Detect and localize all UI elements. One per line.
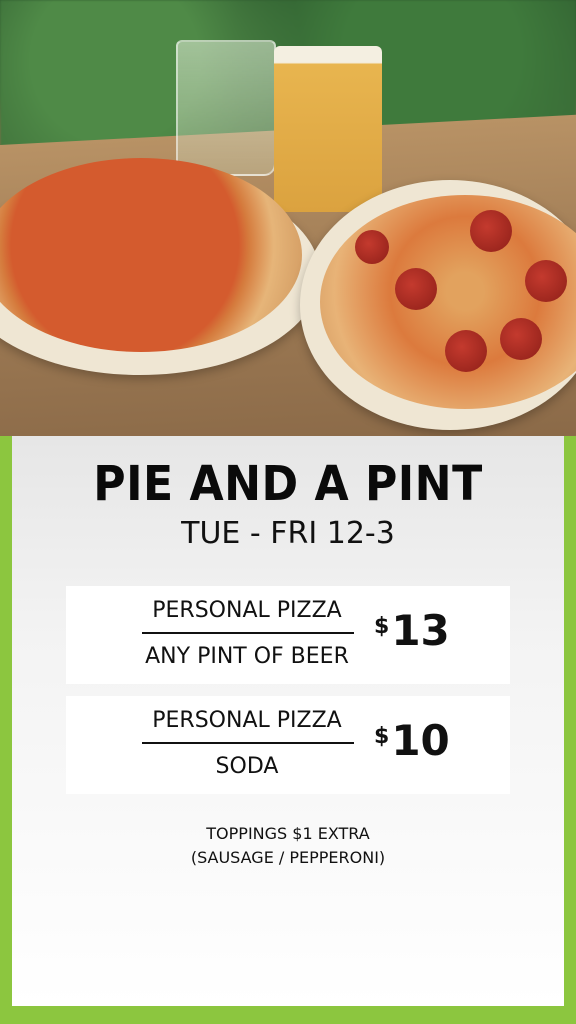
currency-symbol: $ [374,614,390,639]
promo-card: PIE AND A PINT TUE - FRI 12-3 PERSONAL P… [12,436,564,1006]
promo-title: PIE AND A PINT [93,456,483,512]
offer-item-top: PERSONAL PIZZA [152,708,342,733]
empty-glass [176,40,276,176]
pepperoni-slice [470,210,512,252]
hero-photo [0,0,576,436]
offer-price: $10 [374,716,450,765]
currency-symbol: $ [374,724,390,749]
offer-soda: PERSONAL PIZZA SODA $10 [66,696,510,794]
pepperoni-slice [355,230,389,264]
beer-pint-glass [274,46,382,212]
price-value: 10 [391,716,450,765]
pepperoni-slice [500,318,542,360]
toppings-options: (SAUSAGE / PEPPERONI) [190,848,386,867]
pepperoni-slice [525,260,567,302]
pepperoni-slice [445,330,487,372]
offer-price: $13 [374,606,450,655]
offer-divider [142,632,354,634]
pepperoni-slice [395,268,437,310]
price-value: 13 [391,606,450,655]
offer-divider [142,742,354,744]
offer-item-bottom: ANY PINT OF BEER [145,644,349,669]
promo-schedule: TUE - FRI 12-3 [181,516,395,551]
offer-item-top: PERSONAL PIZZA [152,598,342,623]
toppings-note: TOPPINGS $1 EXTRA [206,824,370,843]
offer-beer: PERSONAL PIZZA ANY PINT OF BEER $13 [66,586,510,684]
offer-item-bottom: SODA [215,754,279,779]
